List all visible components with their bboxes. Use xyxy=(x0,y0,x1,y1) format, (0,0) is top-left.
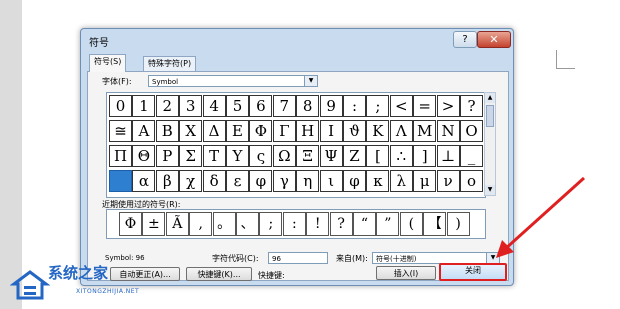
tab-symbols[interactable]: 符号(S) xyxy=(89,54,127,72)
arrow-shaft xyxy=(502,176,586,252)
watermark-subtext: XITONGZHIJIA.NET xyxy=(76,288,140,295)
watermark-logo-icon xyxy=(10,270,50,300)
watermark-text: 系统之家 xyxy=(48,264,109,282)
